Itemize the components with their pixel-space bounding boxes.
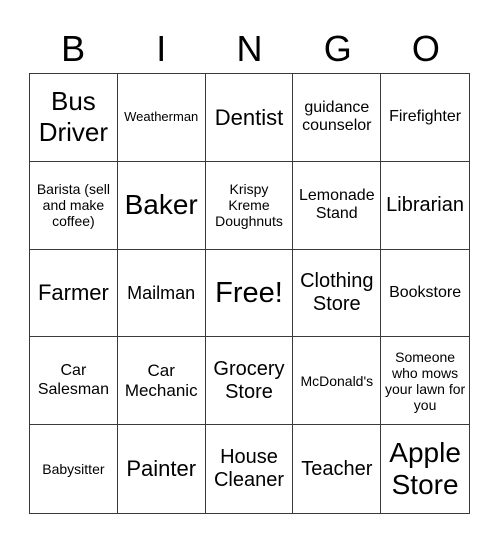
bingo-cell: Baker (117, 161, 206, 250)
bingo-grid: Bus Driver Weatherman Dentist guidance c… (29, 73, 470, 514)
bingo-cell: Grocery Store (205, 337, 294, 426)
bingo-cell: Painter (118, 425, 206, 513)
bingo-cell: Car Mechanic (117, 337, 206, 426)
bingo-cell: Farmer (30, 249, 118, 338)
header-letter-i: I (156, 28, 167, 69)
bingo-cell: Bookstore (381, 250, 469, 338)
header-letter-n: N (236, 28, 263, 69)
bingo-cell: Bus Driver (30, 74, 118, 162)
bingo-cell: Krispy Kreme Doughnuts (205, 161, 294, 250)
bingo-cell: Dentist (205, 74, 294, 162)
bingo-cell: Teacher (293, 425, 382, 513)
bingo-cell: McDonald's (293, 337, 382, 426)
bingo-header: B I N G O (29, 26, 470, 72)
header-letter-b: B (61, 28, 86, 69)
header-letter-g: G (323, 28, 352, 69)
bingo-cell: Babysitter (30, 425, 118, 513)
bingo-cell: Librarian (381, 162, 469, 250)
bingo-cell: Car Salesman (30, 337, 118, 426)
bingo-cell: Barista (sell and make coffee) (30, 161, 118, 250)
bingo-cell: Apple Store (389, 436, 461, 501)
bingo-cell: guidance counselor (293, 74, 382, 162)
bingo-cell: Weatherman (117, 74, 206, 162)
bingo-cell: House Cleaner (206, 425, 294, 513)
bingo-cell: Firefighter (381, 74, 469, 162)
free-space-cell: Free! (205, 249, 294, 338)
header-letter-o: O (411, 28, 440, 69)
bingo-cell: Clothing Store (293, 249, 382, 338)
bingo-cell: Someone who mows your lawn for you (381, 337, 469, 426)
bingo-cell: Mailman (117, 249, 206, 338)
bingo-cell: Lemonade Stand (293, 161, 382, 250)
